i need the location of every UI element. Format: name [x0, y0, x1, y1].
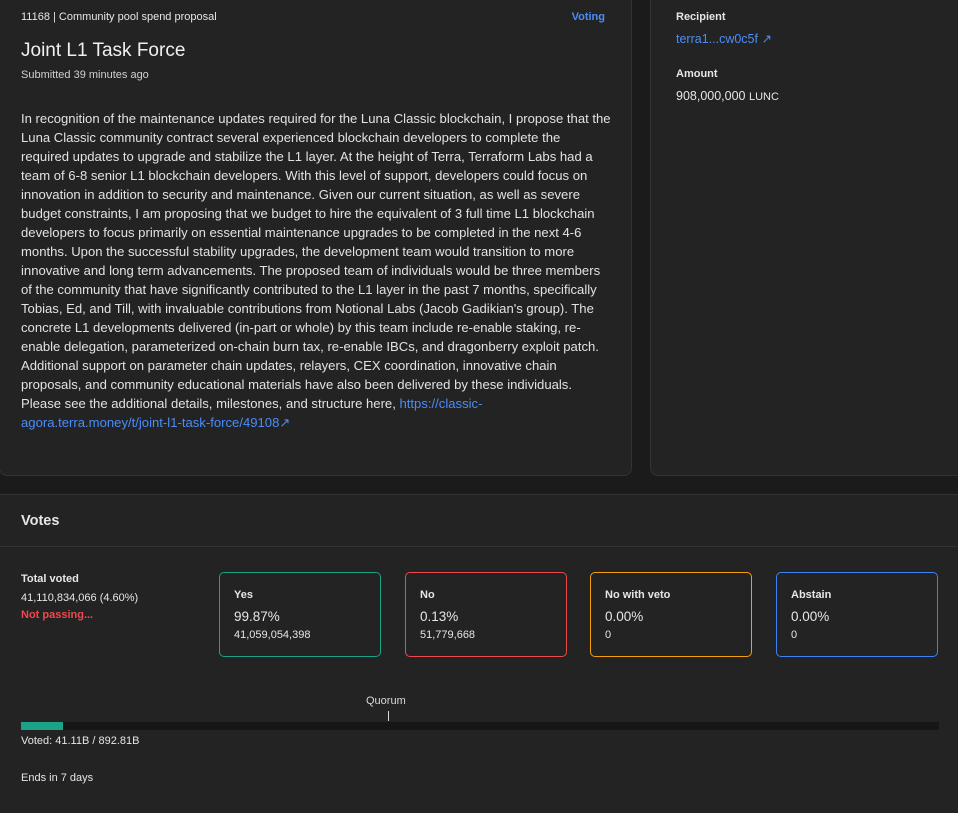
proposal-description: In recognition of the maintenance update…	[21, 109, 611, 432]
vote-option-count: 0	[605, 629, 612, 641]
vote-option-title: No with veto	[605, 589, 671, 601]
quorum-label: Quorum	[366, 695, 406, 707]
amount-value: 908,000,000 LUNC	[676, 89, 779, 103]
vote-option-count: 41,059,054,398	[234, 629, 311, 641]
total-voted-label: Total voted	[21, 573, 79, 585]
amount-unit: LUNC	[749, 91, 779, 103]
description-text: In recognition of the maintenance update…	[21, 111, 611, 411]
voted-amount: Voted: 41.11B / 892.81B	[21, 735, 140, 747]
vote-option-no: No 0.13% 51,779,668	[405, 572, 567, 657]
details-card: Recipient terra1...cw0c5f ↗ Amount 908,0…	[650, 0, 958, 476]
vote-option-percent: 0.00%	[791, 609, 830, 624]
passing-status: Not passing...	[21, 609, 94, 621]
quorum-marker	[388, 711, 389, 721]
submitted-time: Submitted 39 minutes ago	[21, 69, 149, 81]
vote-option-title: Yes	[234, 589, 253, 601]
external-link-icon: ↗	[761, 32, 772, 46]
vote-option-percent: 0.13%	[420, 609, 459, 624]
vote-option-title: No	[420, 589, 435, 601]
recipient-address[interactable]: terra1...cw0c5f	[676, 32, 758, 46]
voting-end: Ends in 7 days	[21, 772, 94, 784]
votes-title: Votes	[21, 513, 60, 529]
vote-progress-fill	[21, 722, 64, 730]
vote-option-yes: Yes 99.87% 41,059,054,398	[219, 572, 381, 657]
status-badge: Voting	[571, 11, 605, 23]
amount-label: Amount	[676, 68, 718, 80]
vote-option-title: Abstain	[791, 589, 832, 601]
vote-progress-bar	[21, 722, 939, 730]
total-voted-value: 41,110,834,066 (4.60%)	[21, 592, 139, 604]
amount-number: 908,000,000	[676, 89, 746, 103]
external-link-icon: ↗	[279, 415, 291, 430]
recipient-label: Recipient	[676, 11, 726, 23]
vote-option-abstain: Abstain 0.00% 0	[776, 572, 938, 657]
vote-option-count: 0	[791, 629, 798, 641]
page-title: Joint L1 Task Force	[21, 40, 186, 61]
proposal-meta: 11168 | Community pool spend proposal	[21, 11, 217, 23]
vote-option-percent: 99.87%	[234, 609, 280, 624]
vote-option-count: 51,779,668	[420, 629, 476, 641]
vote-option-percent: 0.00%	[605, 609, 644, 624]
votes-section: Votes Total voted 41,110,834,066 (4.60%)…	[0, 494, 958, 813]
proposal-card: 11168 | Community pool spend proposal Vo…	[0, 0, 632, 476]
divider	[0, 546, 958, 547]
vote-option-no-with-veto: No with veto 0.00% 0	[590, 572, 752, 657]
recipient-link[interactable]: terra1...cw0c5f ↗	[676, 31, 772, 46]
